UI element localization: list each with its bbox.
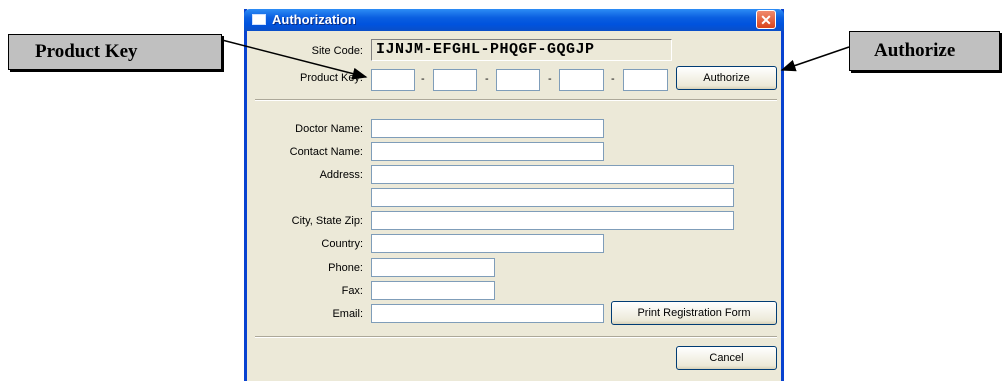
authorize-arrow	[780, 46, 850, 72]
callout-arrows	[221, 39, 850, 80]
product-key-arrow	[221, 39, 368, 80]
